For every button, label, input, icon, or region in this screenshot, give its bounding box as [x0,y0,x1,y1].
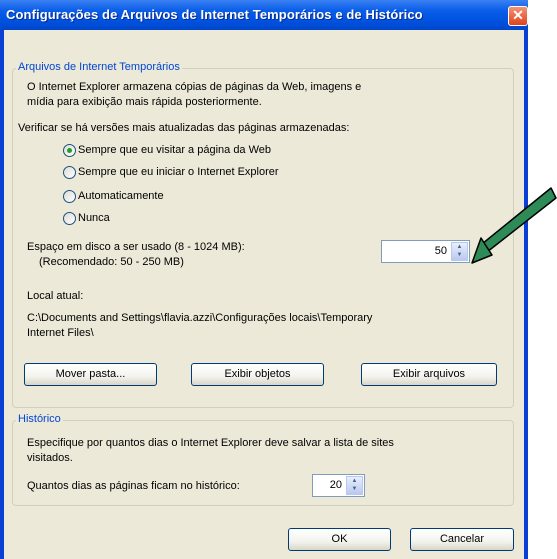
green-arrow-icon [471,187,557,264]
